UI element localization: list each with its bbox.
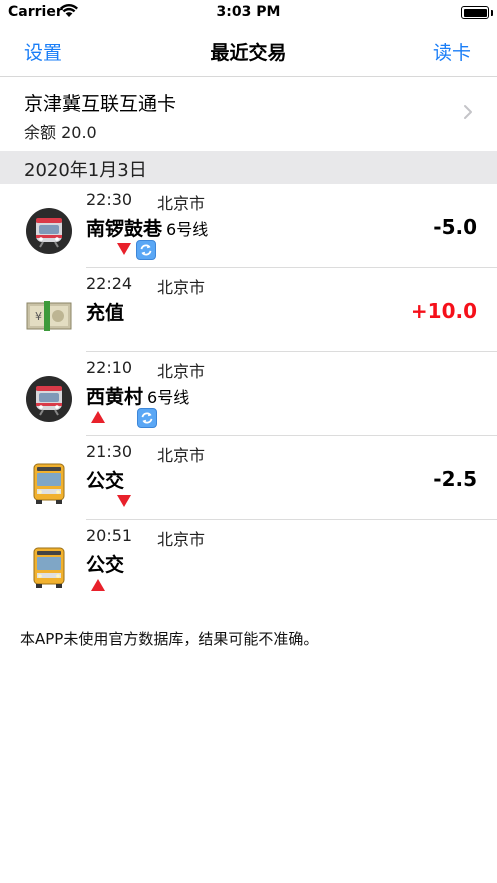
battery-cap [490,10,493,16]
disclaimer-text: 本APP未使用官方数据库，结果可能不准确。 [20,630,319,648]
subway-icon [26,208,72,254]
transaction-time: 20:51 [86,526,133,545]
transaction-row[interactable]: 21:30 北京市 公交 -2.5 [0,436,497,520]
status-bar: Carrier 3:03 PM [0,0,497,26]
station-name: 公交 [86,470,125,492]
station-name: 西黄村 [86,386,144,408]
exit-triangle-down-icon [117,243,131,255]
transaction-amount: +10.0 [410,299,477,323]
transaction-city: 北京市 [157,530,206,549]
subway-icon [26,376,72,422]
transaction-city: 北京市 [157,446,206,465]
transaction-row[interactable]: 22:30 北京市 南锣鼓巷 6号线 -5.0 [0,184,497,268]
transaction-city: 北京市 [157,362,206,381]
station-name: 南锣鼓巷 [86,218,163,240]
svg-text:¥: ¥ [35,310,42,323]
transaction-time: 22:10 [86,358,133,377]
transaction-station: 西黄村 6号线 [86,382,189,409]
transaction-amount: -2.5 [433,467,477,491]
exit-triangle-down-icon [117,495,131,507]
clock: 3:03 PM [216,4,281,20]
page-title: 最近交易 [210,42,287,64]
card-balance: 余额 20.0 [24,123,97,142]
transfer-arrows-icon [137,408,157,428]
line-name: 6号线 [166,220,209,239]
transaction-city: 北京市 [157,194,206,213]
card-summary-row[interactable]: 京津冀互联互通卡 余额 20.0 [0,77,497,151]
battery-icon [461,6,489,19]
transaction-time: 22:30 [86,190,133,209]
transaction-station: 公交 [86,466,124,493]
card-name: 京津冀互联互通卡 [24,93,177,115]
station-name: 充值 [86,302,125,324]
chevron-right-icon [464,105,472,119]
navigation-bar: 设置 最近交易 读卡 [0,26,497,77]
transaction-row[interactable]: ¥ 22:24 北京市 充值 +10.0 [0,268,497,352]
transaction-station: 南锣鼓巷 6号线 [86,214,208,241]
yen-banknote-icon: ¥ [26,301,72,331]
transaction-amount: -5.0 [433,215,477,239]
transaction-row[interactable]: 22:10 北京市 西黄村 6号线 [0,352,497,436]
transaction-time: 22:24 [86,274,133,293]
entry-triangle-up-icon [91,411,105,423]
transaction-row[interactable]: 20:51 北京市 公交 [0,520,497,604]
bus-icon [33,463,65,504]
read-card-button[interactable]: 读卡 [433,38,471,65]
transaction-city: 北京市 [157,278,206,297]
entry-triangle-up-icon [91,579,105,591]
transaction-list: 22:30 北京市 南锣鼓巷 6号线 -5.0 ¥ 22:24 北京市 充值 +1… [0,184,497,604]
station-name: 公交 [86,554,125,576]
bus-icon [33,547,65,588]
transaction-time: 21:30 [86,442,133,461]
transaction-station: 充值 [86,298,124,325]
transaction-station: 公交 [86,550,124,577]
transfer-arrows-icon [136,240,156,260]
date-section-header: 2020年1月3日 [0,151,497,184]
section-date: 2020年1月3日 [24,160,147,181]
line-name: 6号线 [147,388,190,407]
